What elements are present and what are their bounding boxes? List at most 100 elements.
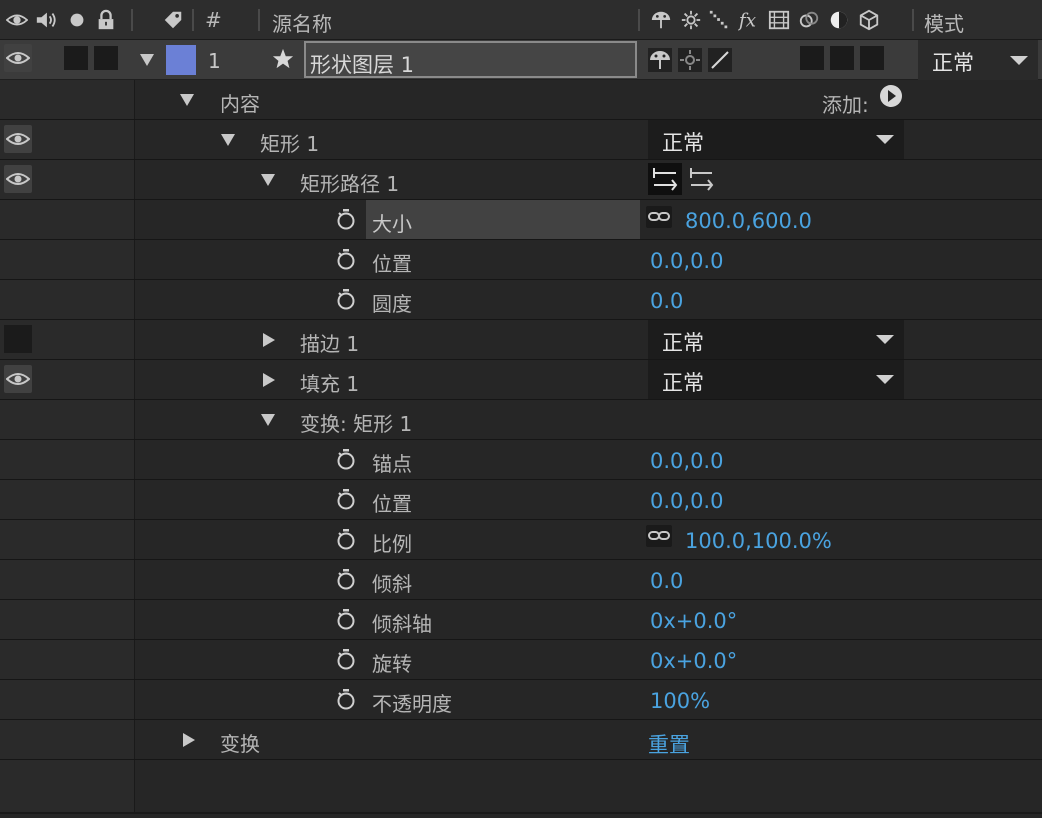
label-tag-icon[interactable]: [162, 9, 184, 31]
size-value[interactable]: 800.0,600.0: [685, 209, 812, 233]
solo-dot-icon[interactable]: [66, 9, 88, 31]
opacity-value[interactable]: 100%: [650, 689, 710, 713]
roundness-label: 圆度: [372, 292, 412, 316]
stopwatch-icon[interactable]: [336, 608, 356, 630]
collapse-sun-icon[interactable]: [680, 9, 702, 31]
transform-label: 变换: [220, 732, 260, 756]
shy-switch[interactable]: [648, 48, 672, 72]
expand-transform-rect-icon[interactable]: [261, 414, 275, 426]
chevron-down-icon: [876, 135, 894, 144]
fill-visibility-toggle[interactable]: [4, 365, 32, 393]
skew-row: 倾斜 0.0: [0, 560, 1042, 600]
transform-position-label: 位置: [372, 492, 412, 516]
motion-blur-icon[interactable]: [798, 9, 820, 31]
transform-rect-label: 变换: 矩形 1: [300, 412, 413, 436]
quality-icon[interactable]: [708, 9, 730, 31]
rect-path-visibility-toggle[interactable]: [4, 165, 32, 193]
chevron-down-icon: [876, 375, 894, 384]
path-direction-icon: [653, 168, 678, 191]
lock-icon[interactable]: [95, 9, 117, 31]
layer-color-label[interactable]: [166, 45, 196, 75]
skew-value[interactable]: 0.0: [650, 569, 683, 593]
header-separator: [258, 9, 260, 31]
play-circle-icon: [880, 85, 902, 107]
rect-group-visibility-toggle[interactable]: [4, 125, 32, 153]
header-separator: [912, 9, 914, 31]
timeline-panel: # 源名称 fx 模式 1 形状图层 1 正常 内容 添加: 矩形 1 正常 矩…: [0, 0, 1042, 818]
stopwatch-icon[interactable]: [336, 688, 356, 710]
stopwatch-icon[interactable]: [336, 568, 356, 590]
collapse-sun-icon: [680, 50, 700, 70]
shy-icon[interactable]: [650, 9, 672, 31]
add-label: 添加:: [822, 93, 869, 117]
expand-layer-icon[interactable]: [140, 54, 154, 66]
transform-position-value[interactable]: 0.0,0.0: [650, 489, 723, 513]
rotation-value[interactable]: 0x+0.0°: [650, 649, 737, 673]
stroke-mode-dropdown[interactable]: 正常: [648, 320, 904, 359]
scale-row: 比例 100.0,100.0%: [0, 520, 1042, 560]
anchor-value[interactable]: 0.0,0.0: [650, 449, 723, 473]
scale-label: 比例: [372, 532, 412, 556]
expand-contents-icon[interactable]: [180, 94, 194, 106]
eye-icon: [6, 373, 30, 385]
3d-layer-icon[interactable]: [858, 9, 880, 31]
stopwatch-icon[interactable]: [336, 528, 356, 550]
size-row: 大小 800.0,600.0: [0, 200, 1042, 240]
quality-switch[interactable]: [708, 48, 732, 72]
column-header: # 源名称 fx 模式: [0, 0, 1042, 40]
audio-toggle[interactable]: [64, 46, 88, 70]
roundness-row: 圆度 0.0: [0, 280, 1042, 320]
collapse-switch[interactable]: [678, 48, 702, 72]
path-position-value[interactable]: 0.0,0.0: [650, 249, 723, 273]
constrain-proportions-button[interactable]: [646, 525, 672, 547]
rect-path-row: 矩形路径 1: [0, 160, 1042, 200]
scale-value[interactable]: 100.0,100.0%: [685, 529, 832, 553]
frame-blend-icon[interactable]: [768, 9, 790, 31]
expand-stroke-icon[interactable]: [263, 333, 275, 347]
add-play-button[interactable]: [879, 84, 903, 108]
fill-label: 填充 1: [300, 372, 360, 396]
opacity-row: 不透明度 100%: [0, 680, 1042, 720]
expand-rect-path-icon[interactable]: [261, 174, 275, 186]
fill-mode-dropdown[interactable]: 正常: [648, 360, 904, 399]
stopwatch-icon[interactable]: [336, 248, 356, 270]
speaker-icon[interactable]: [35, 9, 57, 31]
transform-reset-link[interactable]: 重置: [648, 729, 690, 759]
path-direction-reverse-button[interactable]: [688, 163, 718, 195]
expand-transform-icon[interactable]: [183, 733, 195, 747]
stroke-visibility-toggle[interactable]: [4, 325, 32, 353]
expand-fill-icon[interactable]: [263, 373, 275, 387]
stopwatch-icon[interactable]: [336, 648, 356, 670]
eye-icon[interactable]: [6, 9, 28, 31]
3d-switch[interactable]: [860, 46, 884, 70]
anchor-row: 锚点 0.0,0.0: [0, 440, 1042, 480]
fx-icon[interactable]: fx: [738, 9, 760, 31]
roundness-value[interactable]: 0.0: [650, 289, 683, 313]
adjustment-switch[interactable]: [830, 46, 854, 70]
rect-group-row: 矩形 1 正常: [0, 120, 1042, 160]
constrain-proportions-button[interactable]: [646, 206, 672, 228]
adjustment-layer-icon[interactable]: [828, 9, 850, 31]
stopwatch-icon[interactable]: [336, 208, 356, 230]
stopwatch-icon[interactable]: [336, 488, 356, 510]
motion-blur-switch[interactable]: [800, 46, 824, 70]
eye-icon: [6, 173, 30, 185]
rect-group-mode-dropdown[interactable]: 正常: [648, 120, 904, 159]
stopwatch-icon[interactable]: [336, 288, 356, 310]
source-name-header[interactable]: 源名称: [272, 8, 332, 37]
svg-text:fx: fx: [738, 10, 757, 31]
panel-bottom-border: [0, 812, 1042, 814]
layer-mode-dropdown[interactable]: 正常: [918, 40, 1038, 80]
layer-name-field[interactable]: 形状图层 1: [304, 41, 637, 78]
size-label: 大小: [372, 212, 412, 236]
path-direction-button[interactable]: [648, 163, 682, 195]
stopwatch-icon[interactable]: [336, 448, 356, 470]
solo-toggle[interactable]: [94, 46, 118, 70]
path-position-label: 位置: [372, 252, 412, 276]
skew-axis-label: 倾斜轴: [372, 612, 432, 636]
layer-row[interactable]: 1 形状图层 1 正常: [0, 40, 1042, 80]
layer-visibility-toggle[interactable]: [4, 44, 32, 72]
expand-rect-group-icon[interactable]: [221, 134, 235, 146]
shape-star-icon: [272, 48, 294, 70]
skew-axis-value[interactable]: 0x+0.0°: [650, 609, 737, 633]
